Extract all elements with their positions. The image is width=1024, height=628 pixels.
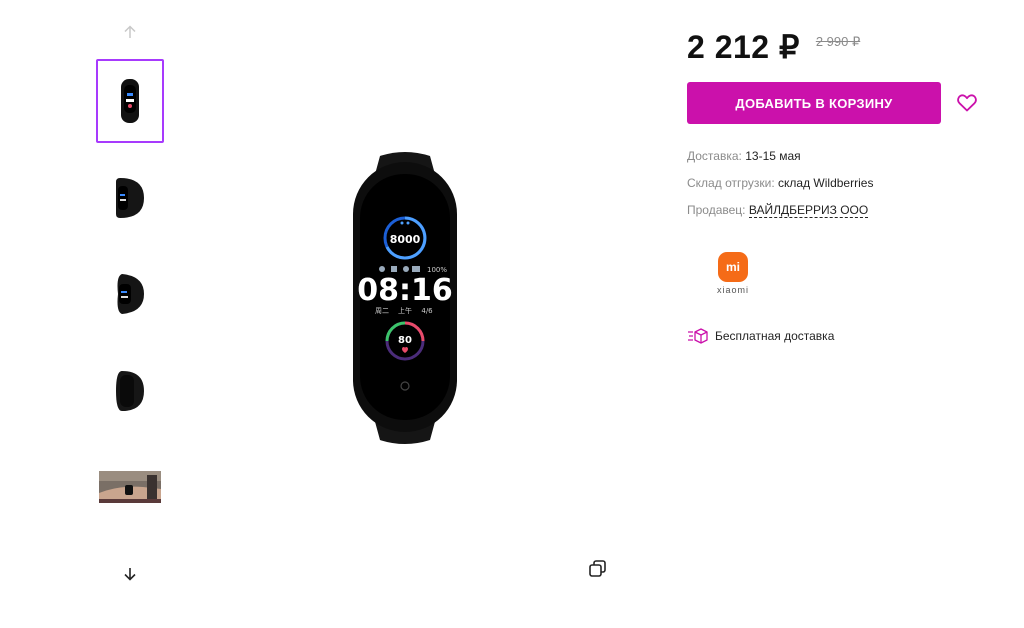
warehouse-label: Склад отгрузки: (687, 176, 775, 190)
delivery-box-icon (688, 328, 708, 344)
seller-label: Продавец: (687, 203, 746, 217)
delivery-label: Доставка: (687, 149, 742, 163)
delivery-value: 13-15 мая (745, 149, 801, 163)
old-price: 2 990 ₽ (815, 34, 861, 49)
heart-rate-value: 80 (398, 335, 412, 346)
seller-info: Продавец: ВАЙЛДБЕРРИЗ ООО (687, 203, 869, 218)
add-to-cart-button[interactable]: ДОБАВИТЬ В КОРЗИНУ (687, 82, 941, 124)
warehouse-value: склад Wildberries (778, 176, 874, 190)
thumbnail-2[interactable] (96, 156, 164, 240)
brand-name: xiaomi (716, 285, 749, 295)
thumbnail-1[interactable] (96, 59, 164, 143)
date-period: 上午 (398, 306, 412, 315)
thumbnail-3[interactable] (96, 252, 164, 336)
current-price: 2 212 ₽ (687, 29, 800, 65)
arrow-up-icon (124, 25, 136, 38)
brand-link[interactable]: mi xiaomi (707, 248, 763, 298)
thumbnail-4[interactable] (96, 349, 164, 433)
time-display: 08:16 (357, 273, 453, 308)
band-on-wrist-image (99, 471, 161, 503)
steps-value: 8000 (390, 233, 421, 246)
date-weekday: 周二 (375, 307, 389, 315)
free-shipping: Бесплатная доставка (687, 328, 834, 344)
band-back-image (116, 371, 144, 411)
gallery-down-button[interactable] (116, 560, 144, 588)
band-front-image (121, 79, 139, 123)
band-side-left-image (116, 178, 144, 218)
thumbnail-5[interactable] (96, 445, 164, 529)
arrow-down-icon (124, 568, 136, 581)
date-day: 4/6 (421, 307, 433, 315)
delivery-info: Доставка: 13-15 мая (687, 149, 801, 163)
free-shipping-text: Бесплатная доставка (715, 329, 835, 343)
warehouse-info: Склад отгрузки: склад Wildberries (687, 176, 873, 190)
seller-link[interactable]: ВАЙЛДБЕРРИЗ ООО (748, 203, 869, 218)
gallery-up-button[interactable] (116, 18, 144, 46)
thumbnail-gallery (96, 18, 164, 598)
copy-icon[interactable] (587, 558, 609, 580)
heart-icon (957, 94, 977, 112)
main-product-image[interactable]: 8000 100% 08:16 周二 上午 4/6 80 (350, 148, 460, 448)
band-side-right-image (117, 274, 144, 314)
favorite-button[interactable] (955, 91, 979, 115)
xiaomi-logo: mi (718, 252, 748, 282)
price-block: 2 212 ₽ 2 990 ₽ (687, 28, 860, 66)
